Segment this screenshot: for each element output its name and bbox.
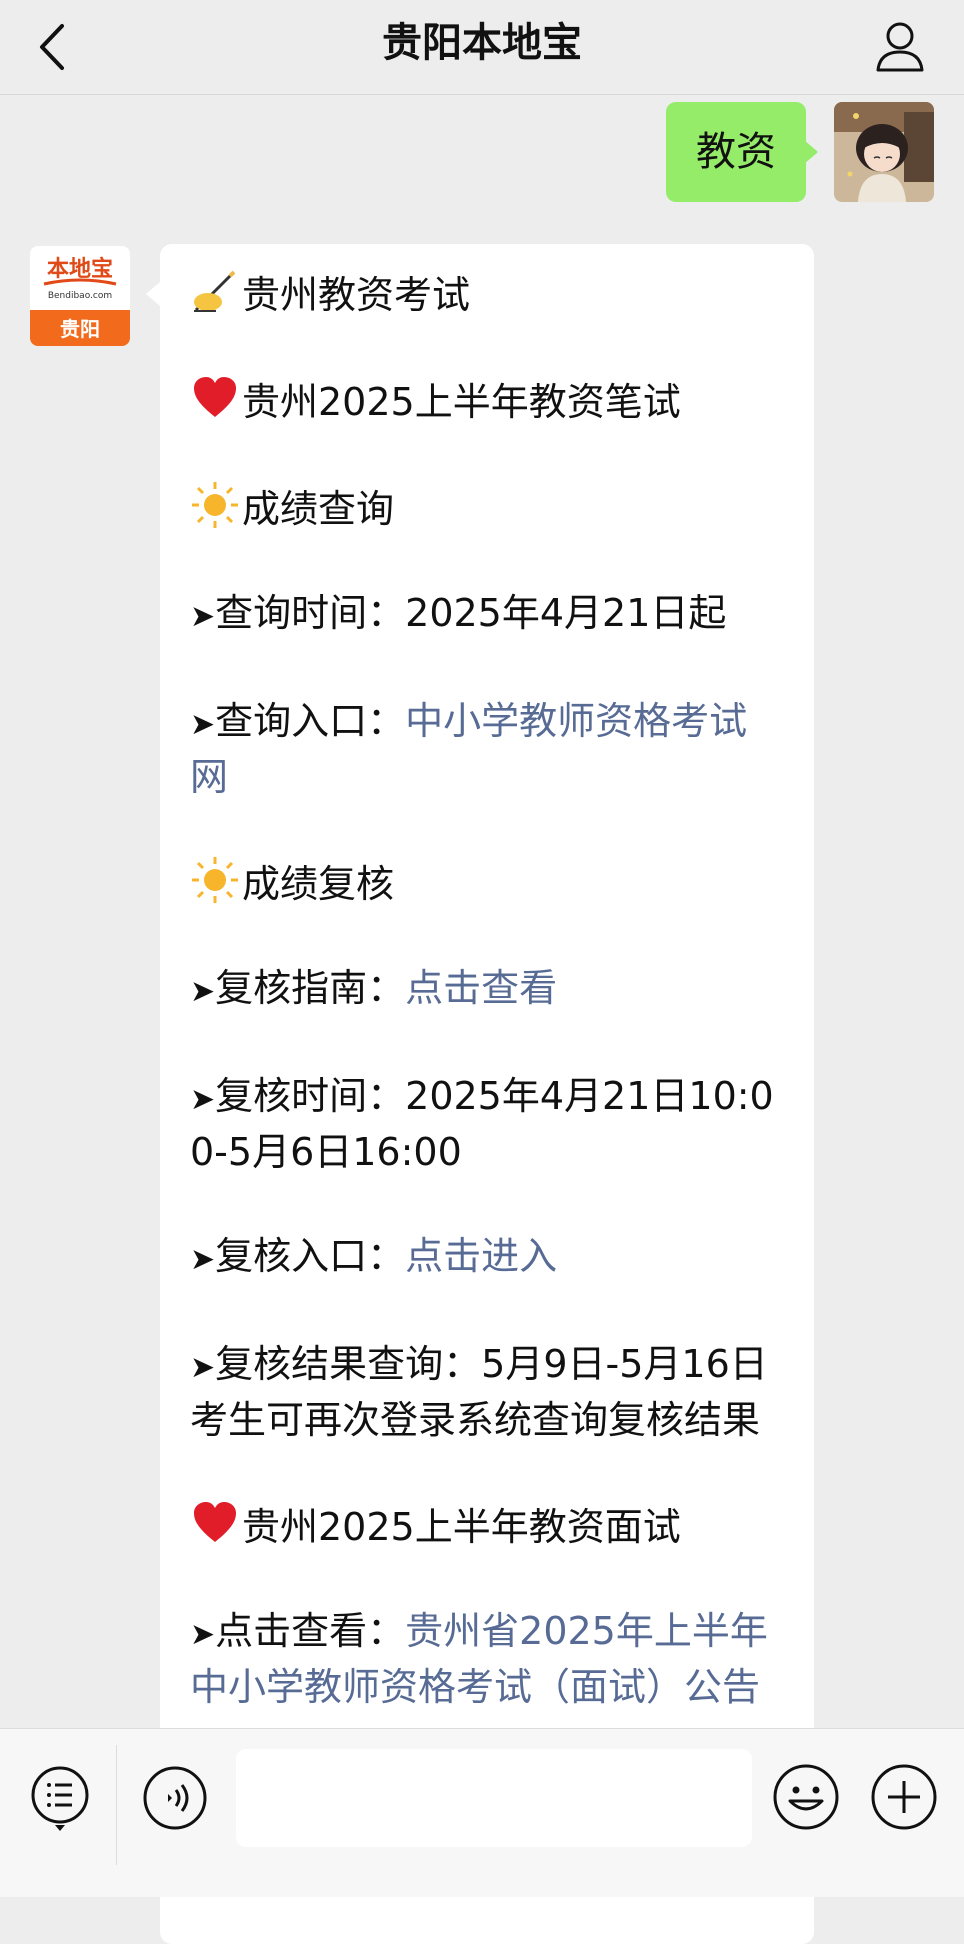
field-label: 点击查看： [215, 1609, 406, 1653]
bendibao-logo: 本地宝 Bendibao.com 贵阳 [30, 246, 130, 346]
review-entry-link[interactable]: 点击进入 [405, 1234, 557, 1278]
section-title: 贵州2025上半年教资面试 [242, 1505, 681, 1549]
menu-button[interactable] [30, 1765, 90, 1835]
subsection-title: 成绩复核 [242, 862, 395, 906]
sun-icon [192, 482, 238, 528]
arrow-icon: ➤ [190, 1082, 216, 1117]
voice-button[interactable] [142, 1765, 208, 1831]
plus-icon [871, 1764, 937, 1830]
user-avatar[interactable] [834, 102, 934, 202]
sun-icon [192, 857, 238, 903]
subsection-title: 成绩查询 [242, 487, 395, 531]
sent-message-row: 教资 [534, 102, 934, 202]
field-value: 2025年4月21日起 [405, 591, 727, 635]
section-title: 贵州2025上半年教资笔试 [242, 380, 681, 424]
message-line: ➤复核结果查询：5月9日-5月16日考生可再次登录系统查询复核结果 [190, 1338, 784, 1446]
logo-brand-text: 本地宝 [47, 256, 113, 282]
message-line: ➤点击查看：贵州省2025年上半年中小学教师资格考试（面试）公告 [190, 1605, 784, 1713]
field-label: 复核指南： [215, 966, 406, 1010]
message-line: 贵州2025上半年教资笔试 [190, 373, 784, 428]
profile-button[interactable] [870, 16, 930, 76]
arrow-icon: ➤ [190, 1617, 216, 1652]
toolbar-divider [116, 1745, 117, 1865]
more-button[interactable] [870, 1763, 938, 1831]
message-input[interactable] [236, 1749, 752, 1847]
arrow-icon: ➤ [190, 974, 216, 1009]
message-line: ➤复核指南：点击查看 [190, 962, 784, 1018]
arrow-icon: ➤ [190, 599, 216, 634]
received-message-bubble[interactable]: 贵州教资考试 贵州2025上半年教资笔试 成绩查询 ➤查询时间：2025年4月2… [146, 244, 814, 1944]
message-line: 成绩查询 [190, 480, 784, 535]
user-avatar-image [834, 102, 934, 202]
message-line: 成绩复核 [190, 855, 784, 910]
field-label: 查询时间： [215, 591, 406, 635]
bot-avatar[interactable]: 本地宝 Bendibao.com 贵阳 [30, 246, 130, 346]
message-line: ➤查询时间：2025年4月21日起 [190, 587, 784, 643]
arrow-icon: ➤ [190, 707, 216, 742]
voice-icon [143, 1766, 207, 1830]
person-icon [876, 22, 924, 72]
nav-header: 贵阳本地宝 [0, 0, 964, 95]
input-toolbar [0, 1728, 964, 1897]
emoji-button[interactable] [772, 1763, 840, 1831]
message-line: ➤复核入口：点击进入 [190, 1230, 784, 1286]
message-line: 贵州教资考试 [190, 266, 784, 321]
field-label: 复核结果查询： [215, 1342, 482, 1386]
field-label: 查询入口： [215, 699, 406, 743]
arrow-icon: ➤ [190, 1350, 216, 1385]
field-label: 复核时间： [215, 1074, 406, 1118]
message-line: 贵州2025上半年教资面试 [190, 1498, 784, 1553]
message-line: ➤查询入口：中小学教师资格考试网 [190, 695, 784, 803]
sent-message-bubble[interactable]: 教资 [666, 102, 818, 202]
logo-city-text: 贵阳 [60, 317, 100, 341]
arrow-icon: ➤ [190, 1242, 216, 1277]
review-guide-link[interactable]: 点击查看 [405, 966, 557, 1010]
logo-url-text: Bendibao.com [48, 291, 112, 301]
writing-hand-icon [194, 270, 236, 312]
field-label: 复核入口： [215, 1234, 406, 1278]
section-title: 贵州教资考试 [242, 273, 471, 317]
heart-icon [194, 1502, 236, 1542]
list-menu-icon [31, 1766, 89, 1831]
heart-icon [194, 377, 236, 417]
message-line: ➤复核时间：2025年4月21日10:00-5月6日16:00 [190, 1070, 784, 1178]
page-title: 贵阳本地宝 [382, 20, 582, 66]
smiley-icon [773, 1764, 839, 1830]
